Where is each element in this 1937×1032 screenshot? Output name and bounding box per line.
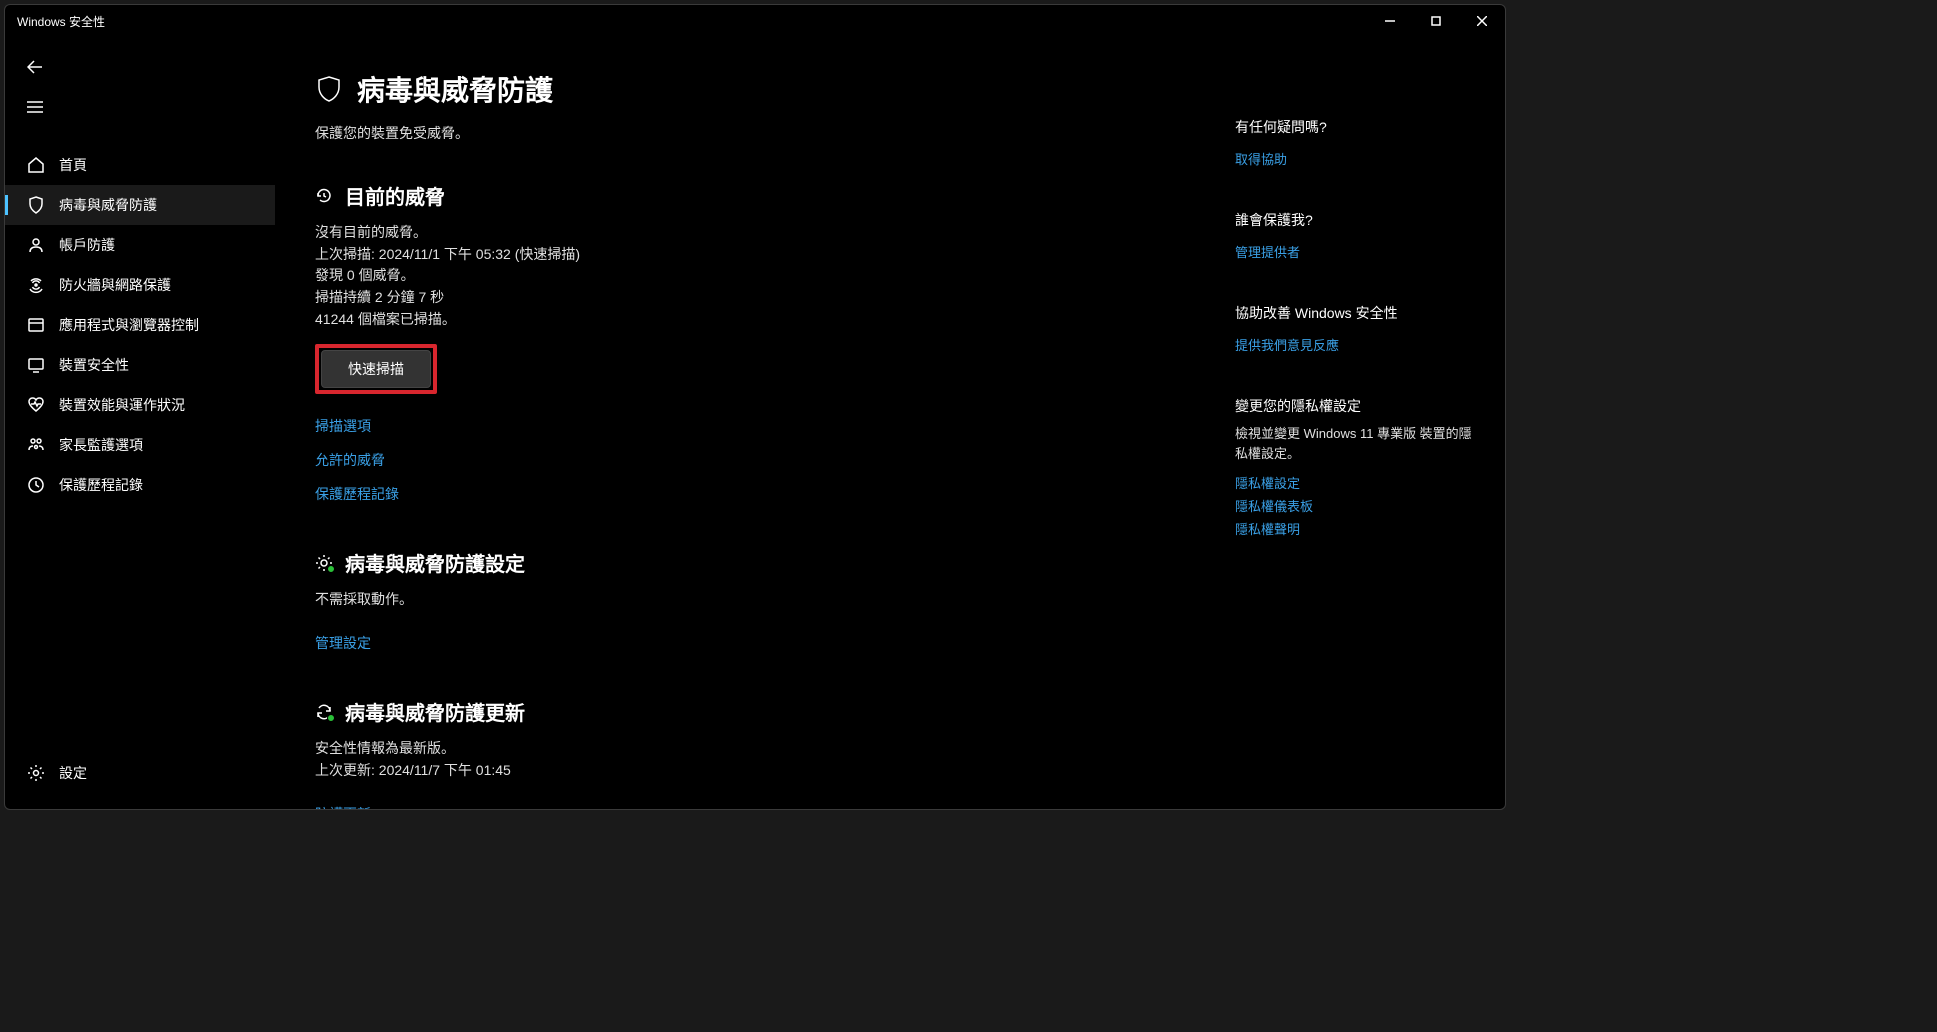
section-title: 目前的威脅	[345, 181, 445, 210]
sidebar-item-label: 帳戶防護	[59, 235, 115, 255]
sidebar-item-account[interactable]: 帳戶防護	[5, 225, 275, 265]
files-line: 41244 個檔案已掃描。	[315, 309, 1185, 331]
history-icon	[315, 187, 333, 205]
arrow-left-icon	[27, 60, 43, 74]
sidebar-item-label: 裝置安全性	[59, 355, 129, 375]
section-current-threats: 目前的威脅 沒有目前的威脅。 上次掃描: 2024/11/1 下午 05:32 …	[315, 181, 1185, 504]
main-content: 病毒與威脅防護 保護您的裝置免受威脅。 目前的威脅 沒有目前的威脅。 上次掃描:…	[275, 37, 1225, 809]
last-scan-line: 上次掃描: 2024/11/1 下午 05:32 (快速掃描)	[315, 244, 1185, 266]
content-wrapper: 首頁 病毒與威脅防護 帳戶防護	[5, 37, 1505, 809]
rp-section-who-protects: 誰會保護我? 管理提供者	[1235, 210, 1475, 261]
titlebar-controls	[1367, 5, 1505, 37]
sidebar: 首頁 病毒與威脅防護 帳戶防護	[5, 37, 275, 809]
allowed-threats-link[interactable]: 允許的威脅	[315, 450, 1185, 470]
wifi-icon	[27, 276, 45, 294]
page-subtitle: 保護您的裝置免受威脅。	[315, 123, 1185, 143]
sidebar-item-firewall[interactable]: 防火牆與網路保護	[5, 265, 275, 305]
rp-title: 變更您的隱私權設定	[1235, 396, 1475, 416]
privacy-dashboard-link[interactable]: 隱私權儀表板	[1235, 496, 1475, 515]
sidebar-item-label: 設定	[59, 763, 87, 783]
device-icon	[27, 356, 45, 374]
sidebar-item-performance[interactable]: 裝置效能與運作狀況	[5, 385, 275, 425]
right-panel: 有任何疑問嗎? 取得協助 誰會保護我? 管理提供者 協助改善 Windows 安…	[1225, 37, 1505, 809]
manage-settings-link[interactable]: 管理設定	[315, 633, 1185, 653]
appbrowser-icon	[27, 316, 45, 334]
privacy-statement-link[interactable]: 隱私權聲明	[1235, 519, 1475, 538]
protection-history-link[interactable]: 保護歷程記錄	[315, 484, 1185, 504]
no-threats-line: 沒有目前的威脅。	[315, 222, 1185, 244]
section-protection-settings: 病毒與威脅防護設定 不需採取動作。 管理設定	[315, 548, 1185, 653]
sidebar-item-home[interactable]: 首頁	[5, 145, 275, 185]
rp-desc: 檢視並變更 Windows 11 專業版 裝置的隱私權設定。	[1235, 424, 1475, 463]
shield-icon	[27, 196, 45, 214]
window-frame: Windows 安全性	[4, 4, 1506, 810]
hamburger-button[interactable]	[5, 87, 275, 127]
manage-providers-link[interactable]: 管理提供者	[1235, 242, 1475, 261]
found-line: 發現 0 個威脅。	[315, 265, 1185, 287]
rp-section-questions: 有任何疑問嗎? 取得協助	[1235, 117, 1475, 168]
sidebar-item-label: 保護歷程記錄	[59, 475, 143, 495]
section-title: 病毒與威脅防護更新	[345, 697, 525, 726]
get-help-link[interactable]: 取得協助	[1235, 149, 1475, 168]
rp-section-privacy: 變更您的隱私權設定 檢視並變更 Windows 11 專業版 裝置的隱私權設定。…	[1235, 396, 1475, 538]
titlebar: Windows 安全性	[5, 5, 1505, 37]
page-header: 病毒與威脅防護	[315, 69, 1185, 109]
sidebar-item-label: 裝置效能與運作狀況	[59, 395, 185, 415]
quick-scan-wrap: 快速掃描	[315, 344, 1185, 394]
protection-update-link[interactable]: 防護更新	[315, 804, 1185, 810]
hamburger-icon	[27, 100, 43, 114]
rp-title: 協助改善 Windows 安全性	[1235, 303, 1475, 323]
sidebar-item-label: 防火牆與網路保護	[59, 275, 171, 295]
updates-status-line: 安全性情報為最新版。	[315, 738, 1185, 760]
sidebar-item-device-security[interactable]: 裝置安全性	[5, 345, 275, 385]
sidebar-item-history[interactable]: 保護歷程記錄	[5, 465, 275, 505]
sidebar-item-family[interactable]: 家長監護選項	[5, 425, 275, 465]
section-title: 病毒與威脅防護設定	[345, 548, 525, 577]
section-header: 目前的威脅	[315, 181, 1185, 210]
home-icon	[27, 156, 45, 174]
section-protection-updates: 病毒與威脅防護更新 安全性情報為最新版。 上次更新: 2024/11/7 下午 …	[315, 697, 1185, 809]
sidebar-item-label: 應用程式與瀏覽器控制	[59, 315, 199, 335]
shield-icon	[315, 75, 343, 103]
history-icon	[27, 476, 45, 494]
window-title: Windows 安全性	[17, 13, 105, 30]
privacy-settings-link[interactable]: 隱私權設定	[1235, 473, 1475, 492]
rp-title: 有任何疑問嗎?	[1235, 117, 1475, 137]
settings-status-line: 不需採取動作。	[315, 589, 1185, 611]
page-title: 病毒與威脅防護	[357, 69, 553, 109]
rp-title: 誰會保護我?	[1235, 210, 1475, 230]
highlight-annotation: 快速掃描	[315, 344, 437, 394]
last-update-line: 上次更新: 2024/11/7 下午 01:45	[315, 760, 1185, 782]
close-button[interactable]	[1459, 5, 1505, 37]
section-header: 病毒與威脅防護更新	[315, 697, 1185, 726]
sidebar-item-app-browser[interactable]: 應用程式與瀏覽器控制	[5, 305, 275, 345]
heart-icon	[27, 396, 45, 414]
gear-shield-icon	[315, 554, 333, 572]
account-icon	[27, 236, 45, 254]
sidebar-bottom: 設定	[5, 753, 275, 809]
scan-options-link[interactable]: 掃描選項	[315, 416, 1185, 436]
sidebar-item-virus-threat[interactable]: 病毒與威脅防護	[5, 185, 275, 225]
quick-scan-button[interactable]: 快速掃描	[321, 350, 431, 388]
nav-list: 首頁 病毒與威脅防護 帳戶防護	[5, 145, 275, 505]
minimize-button[interactable]	[1367, 5, 1413, 37]
section-header: 病毒與威脅防護設定	[315, 548, 1185, 577]
rp-section-improve: 協助改善 Windows 安全性 提供我們意見反應	[1235, 303, 1475, 354]
feedback-link[interactable]: 提供我們意見反應	[1235, 335, 1475, 354]
sidebar-item-label: 首頁	[59, 155, 87, 175]
sidebar-item-label: 家長監護選項	[59, 435, 143, 455]
sidebar-item-settings[interactable]: 設定	[5, 753, 275, 793]
back-button[interactable]	[5, 47, 275, 87]
gear-icon	[27, 764, 45, 782]
family-icon	[27, 436, 45, 454]
maximize-button[interactable]	[1413, 5, 1459, 37]
sidebar-item-label: 病毒與威脅防護	[59, 195, 157, 215]
duration-line: 掃描持續 2 分鐘 7 秒	[315, 287, 1185, 309]
refresh-icon	[315, 703, 333, 721]
